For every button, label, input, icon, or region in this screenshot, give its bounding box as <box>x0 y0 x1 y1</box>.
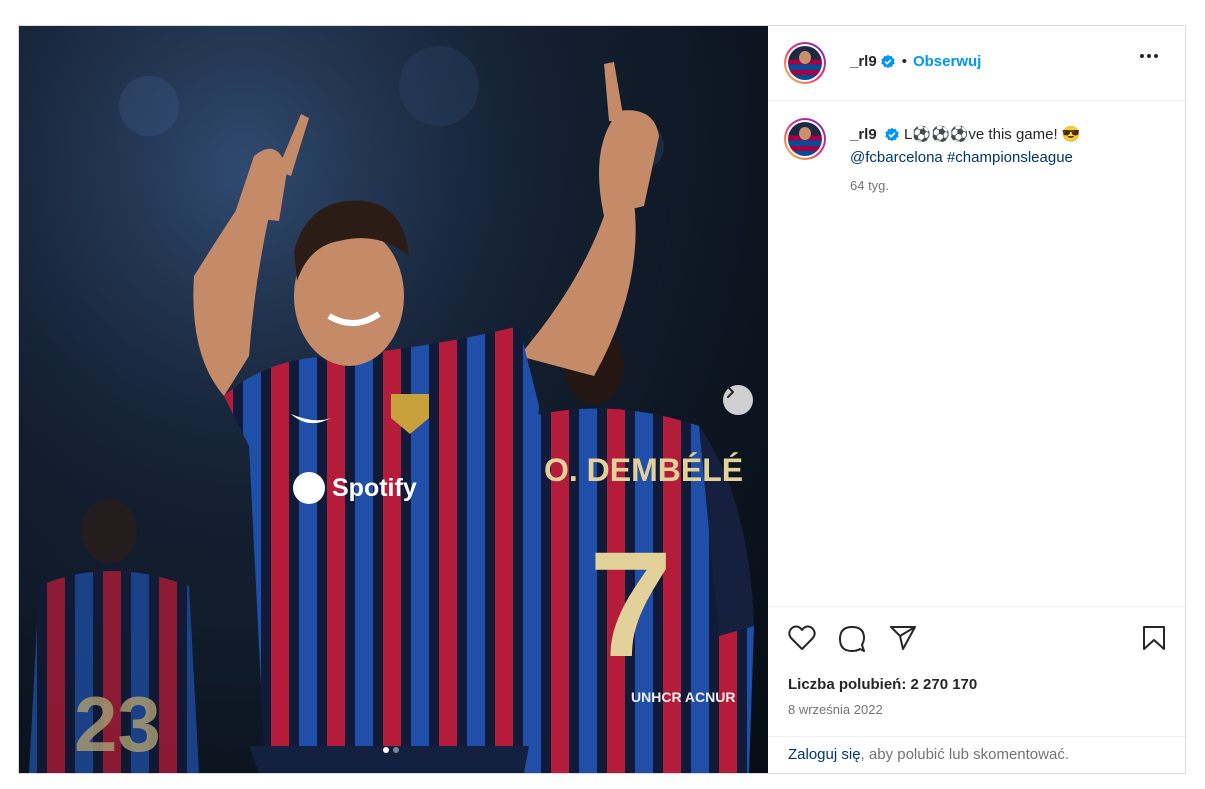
more-options-button[interactable] <box>1140 54 1158 58</box>
caption-avatar[interactable] <box>784 118 826 160</box>
post-photo: 23 O. DEMBÉLÉ 7 UNHCR ACNUR Spotify <box>19 26 768 773</box>
comment-icon <box>839 626 865 652</box>
send-icon <box>890 626 916 650</box>
heart-icon <box>788 625 816 650</box>
caption-text: L⚽⚽⚽ve this game! 😎 <box>904 126 1081 143</box>
carousel-indicator <box>383 747 399 753</box>
player-name-print: O. DEMBÉLÉ <box>544 452 743 488</box>
post-sidebar: _rl9 • Obserwuj _rl9 L⚽⚽⚽ve this game! 😎… <box>768 26 1185 773</box>
avatar[interactable] <box>784 42 826 84</box>
follow-button[interactable]: Obserwuj <box>913 53 981 70</box>
carousel-dot-1 <box>383 747 389 753</box>
likes-count[interactable]: Liczba polubień: 2 270 170 <box>788 676 977 693</box>
mention-link[interactable]: @fcbarcelona <box>850 149 943 166</box>
sponsor-print: Spotify <box>332 474 417 502</box>
post-caption: _rl9 L⚽⚽⚽ve this game! 😎 @fcbarcelona #c… <box>850 123 1170 169</box>
share-button[interactable] <box>889 625 917 656</box>
player-number-print: 7 <box>589 520 672 688</box>
chevron-right-icon <box>727 386 734 398</box>
more-dot-icon <box>1147 54 1151 58</box>
instagram-post: 23 O. DEMBÉLÉ 7 UNHCR ACNUR Spotify _rl9… <box>18 25 1186 774</box>
next-slide-button[interactable] <box>723 385 753 415</box>
post-date: 8 września 2022 <box>788 702 883 717</box>
caption-username[interactable]: _rl9 <box>850 126 877 143</box>
username-link[interactable]: _rl9 <box>850 53 877 70</box>
photo-illustration: 23 O. DEMBÉLÉ 7 UNHCR ACNUR Spotify <box>19 26 768 773</box>
caption-timestamp: 64 tyg. <box>850 178 890 193</box>
post-header: _rl9 • Obserwuj <box>768 26 1185 101</box>
action-bar <box>768 606 1185 652</box>
verified-badge-icon <box>885 127 899 142</box>
bookmark-icon <box>1143 626 1165 650</box>
login-link[interactable]: Zaloguj się <box>788 746 861 763</box>
comment-button[interactable] <box>838 625 866 658</box>
save-button[interactable] <box>1142 625 1166 656</box>
more-dot-icon <box>1154 54 1158 58</box>
login-prompt-text: , aby polubić lub skomentować. <box>860 746 1069 763</box>
back-number: 23 <box>74 680 161 768</box>
like-button[interactable] <box>788 625 816 656</box>
more-dot-icon <box>1140 54 1144 58</box>
verified-badge-icon <box>881 54 895 68</box>
login-prompt: Zaloguj się, aby polubić lub skomentować… <box>768 736 1185 773</box>
separator-dot: • <box>901 53 907 70</box>
hashtag-link[interactable]: #championsleague <box>947 149 1073 166</box>
carousel-dot-2 <box>393 747 399 753</box>
partner-print: UNHCR ACNUR <box>631 689 735 705</box>
